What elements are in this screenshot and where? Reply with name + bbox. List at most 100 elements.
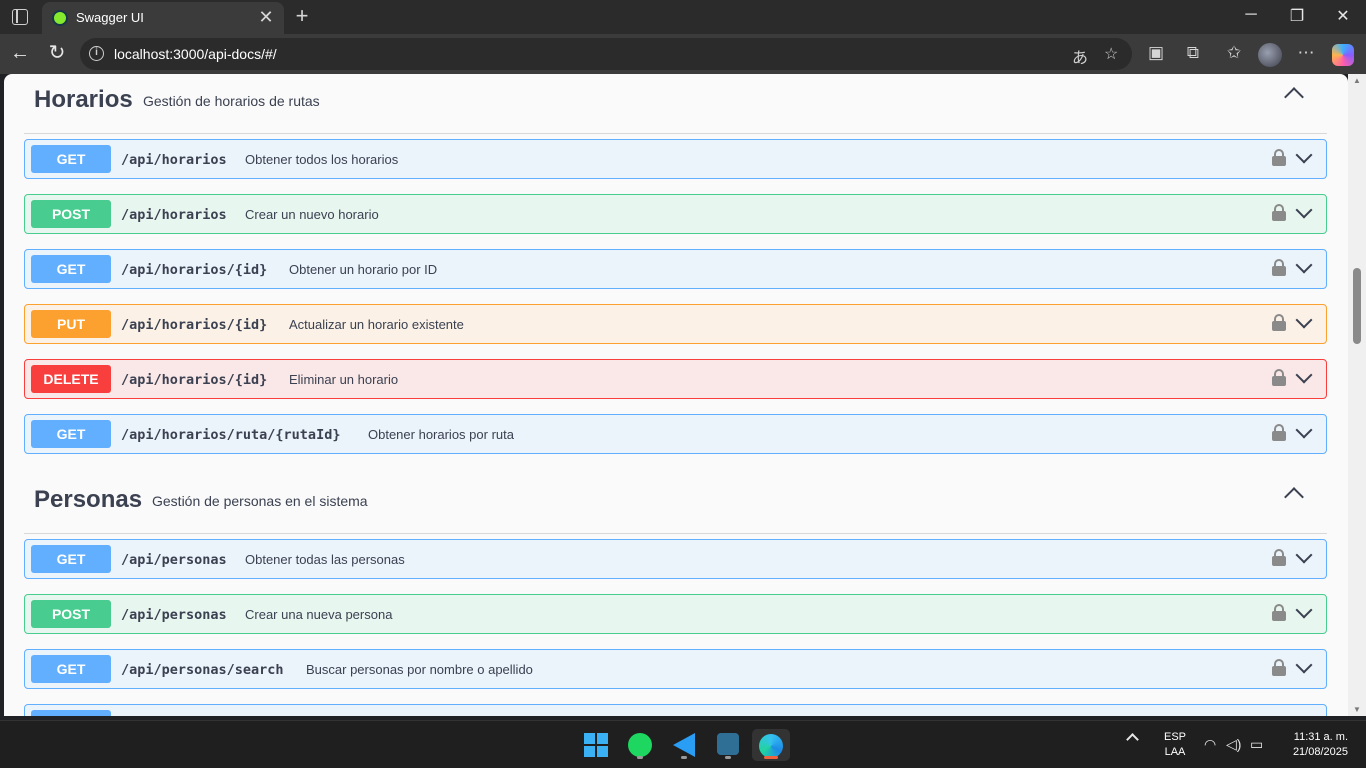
read-aloud-icon[interactable]: あ bbox=[1072, 44, 1088, 68]
method-badge: GET bbox=[31, 255, 111, 283]
edge-icon[interactable] bbox=[752, 729, 790, 761]
method-badge: GET bbox=[31, 420, 111, 448]
expand-chevron-icon[interactable] bbox=[1295, 311, 1313, 329]
language-indicator[interactable]: ESP LAA bbox=[1162, 730, 1188, 760]
language-code: ESP bbox=[1163, 731, 1186, 743]
section-header-horarios[interactable]: Horarios Gestión de horarios de rutas bbox=[24, 74, 1327, 134]
operation-path: /api/horarios/{id} bbox=[121, 317, 268, 333]
clock-date: 21/08/2025 bbox=[1292, 746, 1348, 758]
operation-summary: Crear una nueva persona bbox=[245, 607, 393, 622]
minimize-icon[interactable]: ─ bbox=[1236, 6, 1266, 24]
section-header-personas[interactable]: Personas Gestión de personas en el siste… bbox=[24, 474, 1327, 534]
spotify-icon[interactable] bbox=[624, 729, 656, 761]
operation-summary: Obtener horarios por ruta bbox=[368, 427, 514, 442]
operation-search-personas[interactable]: GET /api/personas/search Buscar personas… bbox=[24, 649, 1327, 689]
scrollbar-thumb[interactable] bbox=[1353, 268, 1361, 344]
split-screen-icon[interactable]: ▣ bbox=[1144, 43, 1168, 63]
lock-icon[interactable] bbox=[1272, 604, 1286, 621]
new-tab-button[interactable]: + bbox=[290, 3, 314, 29]
close-window-icon[interactable]: ✕ bbox=[1328, 6, 1358, 26]
extensions-icon[interactable]: ⧉ bbox=[1181, 43, 1205, 63]
wifi-icon[interactable]: ◠ bbox=[1204, 736, 1216, 753]
method-badge: DELETE bbox=[31, 365, 111, 393]
operation-put-horario[interactable]: PUT /api/horarios/{id} Actualizar un hor… bbox=[24, 304, 1327, 344]
close-tab-icon[interactable]: ✕ bbox=[256, 7, 276, 28]
section-title: Personas bbox=[34, 486, 143, 513]
vscode-icon[interactable] bbox=[668, 729, 700, 761]
address-text[interactable]: localhost:3000/api-docs/#/ bbox=[114, 46, 277, 62]
operation-summary: Obtener un horario por ID bbox=[289, 262, 438, 277]
lock-icon[interactable] bbox=[1272, 549, 1286, 566]
address-bar[interactable]: i localhost:3000/api-docs/#/ あ ☆ bbox=[80, 38, 1132, 70]
operation-partial-next[interactable] bbox=[24, 704, 1327, 716]
operation-path: /api/personas/search bbox=[121, 662, 284, 678]
back-icon[interactable]: ← bbox=[8, 42, 32, 64]
lock-icon[interactable] bbox=[1272, 424, 1286, 441]
clock[interactable]: 11:31 a. m. 21/08/2025 bbox=[1280, 730, 1348, 760]
window-menu-icon[interactable] bbox=[12, 9, 28, 25]
tab-title: Swagger UI bbox=[76, 10, 144, 25]
favorite-star-icon[interactable]: ☆ bbox=[1104, 44, 1118, 64]
volume-icon[interactable]: ◁) bbox=[1226, 736, 1241, 753]
expand-chevron-icon[interactable] bbox=[1295, 146, 1313, 164]
method-badge: POST bbox=[31, 600, 111, 628]
scroll-up-icon[interactable]: ▲ bbox=[1353, 76, 1361, 85]
browser-tab[interactable]: Swagger UI ✕ bbox=[42, 2, 284, 34]
favorites-icon[interactable]: ✩ bbox=[1222, 43, 1246, 63]
expand-chevron-icon[interactable] bbox=[1295, 256, 1313, 274]
operation-summary: Crear un nuevo horario bbox=[245, 207, 379, 222]
operation-get-horarios-by-ruta[interactable]: GET /api/horarios/ruta/{rutaId} Obtener … bbox=[24, 414, 1327, 454]
lock-icon[interactable] bbox=[1272, 369, 1286, 386]
operation-path: /api/personas bbox=[121, 552, 227, 568]
method-badge: GET bbox=[31, 655, 111, 683]
operation-post-personas[interactable]: POST /api/personas Crear una nueva perso… bbox=[24, 594, 1327, 634]
site-info-icon[interactable]: i bbox=[89, 46, 104, 61]
show-hidden-icons-icon[interactable] bbox=[1126, 733, 1139, 746]
operation-get-horarios[interactable]: GET /api/horarios Obtener todos los hora… bbox=[24, 139, 1327, 179]
scroll-down-icon[interactable]: ▼ bbox=[1353, 705, 1361, 714]
lock-icon[interactable] bbox=[1272, 259, 1286, 276]
operation-summary: Actualizar un horario existente bbox=[289, 317, 464, 332]
start-icon[interactable] bbox=[580, 729, 612, 761]
operation-path: /api/horarios/{id} bbox=[121, 262, 268, 278]
collapse-chevron-icon[interactable] bbox=[1284, 87, 1304, 107]
operation-get-horario-by-id[interactable]: GET /api/horarios/{id} Obtener un horari… bbox=[24, 249, 1327, 289]
battery-icon[interactable]: ▭ bbox=[1250, 736, 1263, 753]
operation-summary: Obtener todas las personas bbox=[245, 552, 405, 567]
method-badge: GET bbox=[31, 545, 111, 573]
lock-icon[interactable] bbox=[1272, 659, 1286, 676]
swagger-favicon-icon bbox=[52, 10, 68, 26]
expand-chevron-icon[interactable] bbox=[1295, 421, 1313, 439]
method-badge: POST bbox=[31, 200, 111, 228]
section-description: Gestión de horarios de rutas bbox=[143, 93, 320, 109]
expand-chevron-icon[interactable] bbox=[1295, 366, 1313, 384]
lock-icon[interactable] bbox=[1272, 314, 1286, 331]
operation-path: /api/horarios bbox=[121, 207, 227, 223]
expand-chevron-icon[interactable] bbox=[1295, 656, 1313, 674]
operation-post-horarios[interactable]: POST /api/horarios Crear un nuevo horari… bbox=[24, 194, 1327, 234]
operation-delete-horario[interactable]: DELETE /api/horarios/{id} Eliminar un ho… bbox=[24, 359, 1327, 399]
lock-icon[interactable] bbox=[1272, 204, 1286, 221]
operation-summary: Buscar personas por nombre o apellido bbox=[306, 662, 533, 677]
expand-chevron-icon[interactable] bbox=[1295, 546, 1313, 564]
windows-taskbar: ESP LAA ◠ ◁) ▭ 11:31 a. m. 21/08/2025 bbox=[0, 720, 1366, 768]
swagger-page: Horarios Gestión de horarios de rutas GE… bbox=[4, 74, 1348, 716]
page-scrollbar[interactable]: ▲ ▼ bbox=[1348, 74, 1366, 716]
reload-icon[interactable]: ↻ bbox=[45, 42, 69, 64]
expand-chevron-icon[interactable] bbox=[1295, 601, 1313, 619]
method-badge: GET bbox=[31, 145, 111, 173]
collapse-chevron-icon[interactable] bbox=[1284, 487, 1304, 507]
profile-avatar[interactable] bbox=[1258, 43, 1282, 67]
expand-chevron-icon[interactable] bbox=[1295, 201, 1313, 219]
lock-icon[interactable] bbox=[1272, 149, 1286, 166]
operation-path: /api/horarios/{id} bbox=[121, 372, 268, 388]
restore-icon[interactable]: ❐ bbox=[1282, 6, 1312, 26]
mysql-workbench-icon[interactable] bbox=[712, 729, 744, 761]
clock-time: 11:31 a. m. bbox=[1293, 731, 1348, 743]
method-badge: PUT bbox=[31, 310, 111, 338]
copilot-icon[interactable] bbox=[1332, 44, 1354, 66]
more-icon[interactable]: ⋯ bbox=[1294, 43, 1318, 63]
section-description: Gestión de personas en el sistema bbox=[152, 493, 368, 509]
section-personas: Personas Gestión de personas en el siste… bbox=[24, 474, 1327, 716]
operation-get-personas[interactable]: GET /api/personas Obtener todas las pers… bbox=[24, 539, 1327, 579]
